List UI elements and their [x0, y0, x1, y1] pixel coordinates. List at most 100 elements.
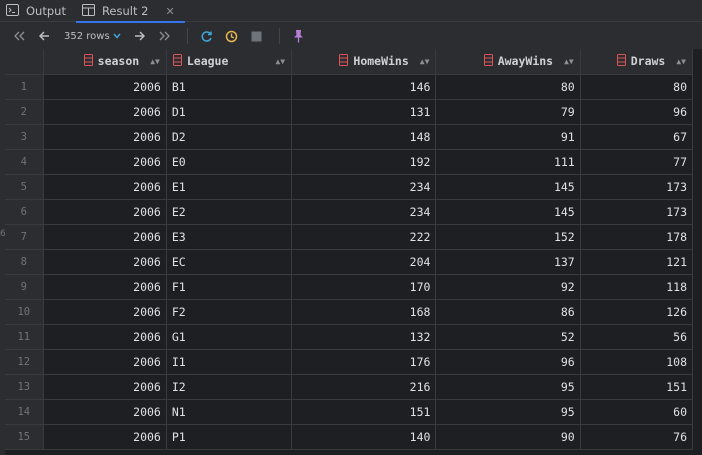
table-row[interactable]: 10 2006 F2 168 86 126 [5, 299, 694, 325]
cell-homewins[interactable]: 192 [291, 149, 437, 175]
cell-league[interactable]: F1 [166, 274, 293, 300]
cell-awaywins[interactable]: 90 [435, 424, 581, 450]
cell-league[interactable]: N1 [166, 399, 293, 425]
row-count-dropdown[interactable]: 352 rows [64, 31, 121, 42]
result-grid[interactable]: season ▲▼ League ▲▼ HomeWins ▲▼ AwayWins… [5, 49, 702, 455]
cell-season[interactable]: 2006 [43, 74, 167, 100]
cell-draws[interactable]: 151 [580, 374, 694, 400]
cell-homewins[interactable]: 234 [291, 174, 437, 200]
cell-league[interactable]: B1 [166, 74, 293, 100]
cell-draws[interactable]: 121 [580, 249, 694, 275]
column-header-season[interactable]: season ▲▼ [43, 49, 167, 75]
column-header-awaywins[interactable]: AwayWins ▲▼ [435, 49, 581, 75]
cell-awaywins[interactable]: 86 [435, 299, 581, 325]
table-row[interactable]: 13 2006 I2 216 95 151 [5, 374, 694, 400]
cell-season[interactable]: 2006 [43, 249, 167, 275]
cell-season[interactable]: 2006 [43, 149, 167, 175]
cell-league[interactable]: I1 [166, 349, 293, 375]
table-row[interactable]: 12 2006 I1 176 96 108 [5, 349, 694, 375]
cell-season[interactable]: 2006 [43, 299, 167, 325]
column-header-draws[interactable]: Draws ▲▼ [580, 49, 694, 75]
cell-homewins[interactable]: 168 [291, 299, 437, 325]
table-row[interactable]: 4 2006 E0 192 111 77 [5, 149, 694, 175]
column-header-league[interactable]: League ▲▼ [166, 49, 293, 75]
cell-homewins[interactable]: 170 [291, 274, 437, 300]
cell-awaywins[interactable]: 111 [435, 149, 581, 175]
cell-draws[interactable]: 76 [580, 424, 694, 450]
pin-tab-icon[interactable] [288, 25, 310, 47]
cell-season[interactable]: 2006 [43, 224, 167, 250]
first-page-button[interactable] [8, 25, 30, 47]
cell-draws[interactable]: 118 [580, 274, 694, 300]
cell-league[interactable]: D1 [166, 99, 293, 125]
cell-homewins[interactable]: 176 [291, 349, 437, 375]
cell-homewins[interactable]: 140 [291, 424, 437, 450]
cell-homewins[interactable]: 222 [291, 224, 437, 250]
cell-league[interactable]: E0 [166, 149, 293, 175]
previous-page-button[interactable] [33, 25, 55, 47]
cell-awaywins[interactable]: 91 [435, 124, 581, 150]
cell-draws[interactable]: 77 [580, 149, 694, 175]
cell-homewins[interactable]: 131 [291, 99, 437, 125]
table-row[interactable]: 14 2006 N1 151 95 60 [5, 399, 694, 425]
table-row[interactable]: 2 2006 D1 131 79 96 [5, 99, 694, 125]
cell-league[interactable]: E3 [166, 224, 293, 250]
table-row[interactable]: 11 2006 G1 132 52 56 [5, 324, 694, 350]
cell-league[interactable]: D2 [166, 124, 293, 150]
cell-awaywins[interactable]: 137 [435, 249, 581, 275]
table-row[interactable]: 3 2006 D2 148 91 67 [5, 124, 694, 150]
cell-homewins[interactable]: 204 [291, 249, 437, 275]
cell-season[interactable]: 2006 [43, 399, 167, 425]
table-row[interactable]: 8 2006 EC 204 137 121 [5, 249, 694, 275]
cell-league[interactable]: EC [166, 249, 293, 275]
sort-icon[interactable]: ▲▼ [150, 57, 160, 66]
cell-league[interactable]: F2 [166, 299, 293, 325]
cell-league[interactable]: I2 [166, 374, 293, 400]
sort-icon[interactable]: ▲▼ [420, 57, 430, 66]
cell-awaywins[interactable]: 52 [435, 324, 581, 350]
close-icon[interactable]: ✕ [165, 5, 174, 18]
cell-league[interactable]: E1 [166, 174, 293, 200]
cell-awaywins[interactable]: 145 [435, 199, 581, 225]
cell-draws[interactable]: 56 [580, 324, 694, 350]
table-row[interactable]: 6 2006 E2 234 145 173 [5, 199, 694, 225]
cell-draws[interactable]: 96 [580, 99, 694, 125]
cell-league[interactable]: P1 [166, 424, 293, 450]
cell-awaywins[interactable]: 79 [435, 99, 581, 125]
cell-league[interactable]: E2 [166, 199, 293, 225]
cell-awaywins[interactable]: 95 [435, 374, 581, 400]
cell-homewins[interactable]: 234 [291, 199, 437, 225]
cell-season[interactable]: 2006 [43, 199, 167, 225]
table-row[interactable]: 9 2006 F1 170 92 118 [5, 274, 694, 300]
history-icon[interactable] [221, 25, 243, 47]
cell-awaywins[interactable]: 145 [435, 174, 581, 200]
cell-awaywins[interactable]: 92 [435, 274, 581, 300]
cell-homewins[interactable]: 151 [291, 399, 437, 425]
cell-awaywins[interactable]: 95 [435, 399, 581, 425]
last-page-button[interactable] [154, 25, 176, 47]
cell-season[interactable]: 2006 [43, 324, 167, 350]
table-row[interactable]: 5 2006 E1 234 145 173 [5, 174, 694, 200]
table-row[interactable]: 7 2006 E3 222 152 178 [5, 224, 694, 250]
table-row[interactable]: 15 2006 P1 140 90 76 [5, 424, 694, 450]
cell-season[interactable]: 2006 [43, 374, 167, 400]
cell-homewins[interactable]: 146 [291, 74, 437, 100]
cell-draws[interactable]: 126 [580, 299, 694, 325]
column-header-homewins[interactable]: HomeWins ▲▼ [291, 49, 437, 75]
refresh-button[interactable] [196, 25, 218, 47]
tab-output[interactable]: Output [0, 0, 76, 22]
cell-draws[interactable]: 67 [580, 124, 694, 150]
cell-draws[interactable]: 60 [580, 399, 694, 425]
cell-draws[interactable]: 173 [580, 199, 694, 225]
cell-season[interactable]: 2006 [43, 174, 167, 200]
cell-homewins[interactable]: 148 [291, 124, 437, 150]
table-row[interactable]: 1 2006 B1 146 80 80 [5, 74, 694, 100]
cell-draws[interactable]: 80 [580, 74, 694, 100]
cell-season[interactable]: 2006 [43, 99, 167, 125]
sort-icon[interactable]: ▲▼ [564, 57, 574, 66]
next-page-button[interactable] [129, 25, 151, 47]
cell-draws[interactable]: 173 [580, 174, 694, 200]
cell-season[interactable]: 2006 [43, 274, 167, 300]
cell-awaywins[interactable]: 80 [435, 74, 581, 100]
cell-league[interactable]: G1 [166, 324, 293, 350]
